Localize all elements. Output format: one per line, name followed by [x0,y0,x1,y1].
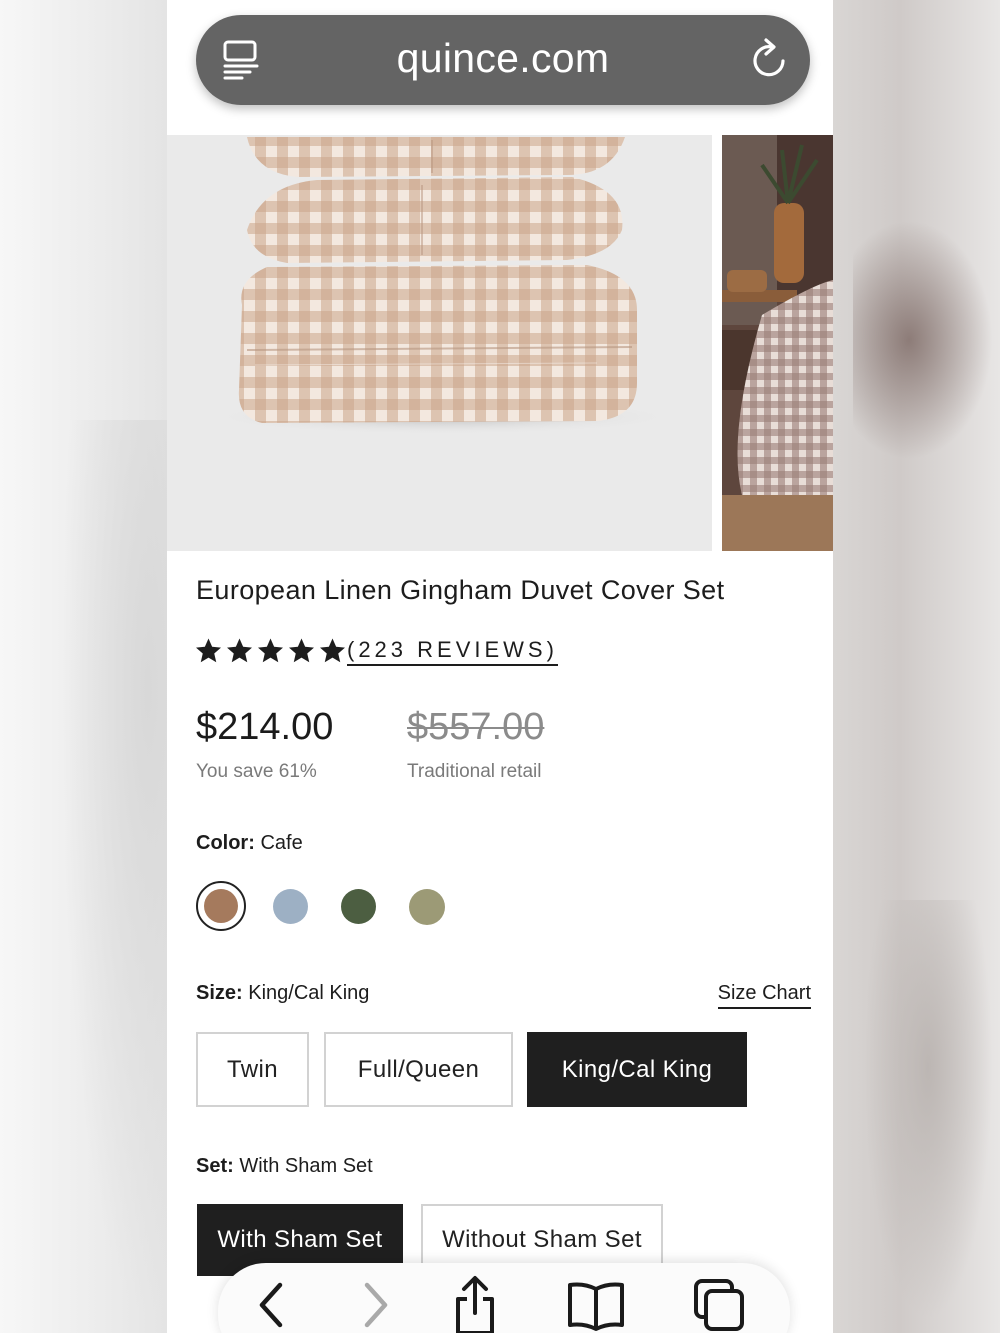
color-label: Color: Cafe [196,832,303,855]
size-value: King/Cal King [248,982,370,1004]
reload-icon[interactable] [750,37,790,81]
color-swatch-green[interactable] [341,889,376,924]
retail-price: $557.00 [407,706,545,748]
share-icon[interactable] [450,1275,500,1333]
reviews-count[interactable]: (223 REVIEWS) [347,637,558,666]
size-option-king-cal-king[interactable]: King/Cal King [527,1032,747,1107]
star-icon [227,638,252,663]
forward-icon[interactable] [355,1275,395,1333]
star-icon [289,638,314,663]
star-icon [196,638,221,663]
color-value: Cafe [260,832,303,854]
color-swatch-olive[interactable] [409,889,445,925]
color-label-key: Color: [196,832,255,854]
address-bar[interactable]: quince.com [196,15,810,105]
size-chart-link[interactable]: Size Chart [717,982,811,1009]
background-blur-left [0,0,170,1333]
size-option-full-queen[interactable]: Full/Queen [324,1032,513,1107]
bookmarks-icon[interactable] [566,1275,626,1333]
color-swatch-blue[interactable] [273,889,308,924]
size-option-twin[interactable]: Twin [196,1032,309,1107]
sale-price: $214.00 [196,706,334,748]
browser-viewport: quince.com European Linen Gingham Duvet … [167,0,833,1333]
browser-toolbar [218,1263,790,1333]
color-swatch-cafe[interactable] [204,889,238,923]
savings-text: You save 61% [196,761,317,782]
set-value: With Sham Set [239,1155,373,1177]
reviews-link[interactable]: (223 REVIEWS) [347,637,558,666]
rating-stars[interactable] [193,636,348,666]
set-label: Set: With Sham Set [196,1155,373,1178]
star-icon [258,638,283,663]
url-domain[interactable]: quince.com [196,35,810,82]
tabs-icon[interactable] [692,1275,748,1333]
background-blur-right [833,0,1000,1333]
retail-label: Traditional retail [407,761,542,782]
product-image-secondary[interactable] [722,135,833,551]
product-title: European Linen Gingham Duvet Cover Set [196,575,725,605]
size-label-key: Size: [196,982,243,1004]
set-label-key: Set: [196,1155,234,1177]
back-icon[interactable] [252,1275,292,1333]
star-icon [320,638,345,663]
size-label: Size: King/Cal King [196,982,369,1005]
product-image-main[interactable] [167,135,712,551]
